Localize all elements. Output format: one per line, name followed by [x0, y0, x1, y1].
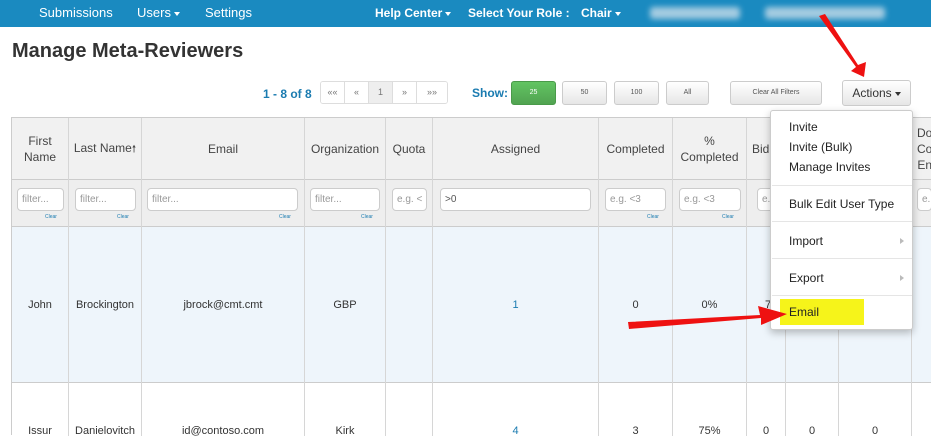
menu-divider: [772, 185, 912, 186]
last-page-button[interactable]: »»: [417, 82, 447, 103]
nav-users-label: Users: [137, 5, 171, 20]
page-size-100-button[interactable]: 100: [614, 81, 659, 105]
nav-settings[interactable]: Settings: [205, 5, 252, 20]
sort-ascending-icon: 🠕: [131, 144, 137, 155]
nav-submissions[interactable]: Submissions: [39, 5, 113, 20]
nav-help-center[interactable]: Help Center: [375, 6, 452, 20]
actions-dropdown-menu: Invite Invite (Bulk) Manage Invites Bulk…: [770, 110, 913, 330]
filter-quota-input[interactable]: e.g. <: [392, 188, 427, 211]
clear-all-filters-button[interactable]: Clear All Filters: [730, 81, 822, 105]
show-label: Show:: [472, 86, 508, 100]
cell-last-name: Danielovitch: [75, 425, 135, 437]
cell-assigned-link[interactable]: 1: [433, 299, 598, 311]
role-value: Chair: [581, 6, 612, 20]
header-domain-conflicts-label: Do Co En: [917, 126, 931, 172]
redacted-text: [650, 7, 740, 19]
filter-domain-conflicts-input[interactable]: e.: [917, 188, 931, 211]
clear-filter-link[interactable]: Clear: [279, 214, 291, 220]
menu-item-manage-invites[interactable]: Manage Invites: [789, 160, 870, 174]
header-completed-label: Completed: [606, 142, 665, 156]
actions-button[interactable]: Actions: [842, 80, 911, 106]
menu-item-email[interactable]: Email: [780, 299, 864, 325]
chevron-down-icon: [614, 11, 621, 16]
chevron-right-icon: [900, 275, 904, 281]
menu-item-invite-bulk[interactable]: Invite (Bulk): [789, 140, 852, 154]
header-pct-completed[interactable]: % Completed: [673, 118, 746, 180]
first-page-button[interactable]: ««: [321, 82, 345, 103]
cell-pct-completed: 75%: [698, 425, 721, 437]
header-organization[interactable]: Organization: [305, 118, 385, 180]
filter-email-input[interactable]: filter...: [147, 188, 298, 211]
cell-email: id@contoso.com: [181, 425, 265, 437]
filter-last-name-input[interactable]: filter...: [75, 188, 136, 211]
header-bids-label: Bid: [752, 142, 770, 156]
header-last-name[interactable]: Last Name🠕: [69, 118, 141, 180]
redacted-text: [765, 7, 885, 19]
header-domain-conflicts[interactable]: Do Co En: [912, 118, 931, 180]
role-selector[interactable]: Chair: [581, 6, 621, 20]
header-organization-label: Organization: [310, 142, 380, 156]
header-last-name-label: Last Name: [73, 141, 132, 155]
page-size-50-button[interactable]: 50: [562, 81, 607, 105]
filter-completed-input[interactable]: e.g. <3: [605, 188, 666, 211]
filter-pct-completed-input[interactable]: e.g. <3: [679, 188, 741, 211]
header-assigned-label: Assigned: [490, 142, 541, 156]
next-page-button[interactable]: »: [393, 82, 417, 103]
page-title: Manage Meta-Reviewers: [12, 40, 244, 62]
menu-divider: [772, 221, 912, 222]
filter-first-name-input[interactable]: filter...: [17, 188, 64, 211]
current-page-button[interactable]: 1: [369, 82, 393, 103]
page-size-all-button[interactable]: All: [666, 81, 709, 105]
page-size-25-button[interactable]: 25: [511, 81, 556, 105]
menu-divider: [772, 295, 912, 296]
header-completed[interactable]: Completed: [599, 118, 672, 180]
menu-item-import[interactable]: Import: [789, 234, 823, 248]
header-first-name[interactable]: First Name: [12, 118, 68, 180]
menu-item-bulk-edit-user-type[interactable]: Bulk Edit User Type: [789, 197, 894, 211]
nav-help-center-label: Help Center: [375, 6, 443, 20]
header-pct-completed-label: % Completed: [680, 134, 739, 164]
role-label: Select Your Role :: [468, 6, 570, 20]
cell-bids: 0: [762, 425, 770, 437]
top-navbar: Submissions Users Settings Help Center S…: [0, 0, 931, 27]
filter-assigned-input[interactable]: >0: [440, 188, 591, 211]
cell-last-name: Brockington: [75, 299, 135, 311]
cell-col10: 0: [871, 425, 879, 437]
cell-email: jbrock@cmt.cmt: [183, 299, 263, 311]
menu-item-export[interactable]: Export: [789, 271, 824, 285]
nav-users[interactable]: Users: [137, 5, 180, 20]
actions-label: Actions: [852, 86, 892, 100]
cell-completed: 3: [632, 425, 639, 437]
cell-first-name: Issur: [28, 425, 52, 437]
chevron-down-icon: [894, 91, 901, 96]
chevron-right-icon: [900, 238, 904, 244]
header-assigned[interactable]: Assigned: [433, 118, 598, 180]
prev-page-button[interactable]: «: [345, 82, 369, 103]
clear-filter-link[interactable]: Clear: [361, 214, 373, 220]
filter-organization-input[interactable]: filter...: [310, 188, 380, 211]
chevron-down-icon: [445, 11, 452, 16]
clear-filter-link[interactable]: Clear: [117, 214, 129, 220]
cell-completed: 0: [632, 299, 639, 311]
chevron-down-icon: [173, 11, 180, 16]
clear-filter-link[interactable]: Clear: [722, 214, 734, 220]
cell-first-name: John: [28, 299, 52, 311]
cell-organization: GBP: [333, 299, 357, 311]
menu-divider: [772, 258, 912, 259]
clear-filter-link[interactable]: Clear: [647, 214, 659, 220]
cell-assigned-link[interactable]: 4: [433, 425, 598, 437]
header-email-label: Email: [207, 142, 238, 156]
record-count: 1 - 8 of 8: [263, 87, 312, 101]
cell-organization: Kirk: [335, 425, 355, 437]
pager: «« « 1 » »»: [320, 81, 448, 104]
clear-filter-link[interactable]: Clear: [45, 214, 57, 220]
header-first-name-label: First Name: [23, 134, 56, 164]
header-quota[interactable]: Quota: [386, 118, 432, 180]
cell-pct-completed: 0%: [701, 299, 718, 311]
header-quota-label: Quota: [392, 142, 426, 156]
header-email[interactable]: Email: [142, 118, 304, 180]
cell-col9: 0: [808, 425, 816, 437]
menu-item-invite[interactable]: Invite: [789, 120, 818, 134]
column-divider: [746, 118, 747, 436]
